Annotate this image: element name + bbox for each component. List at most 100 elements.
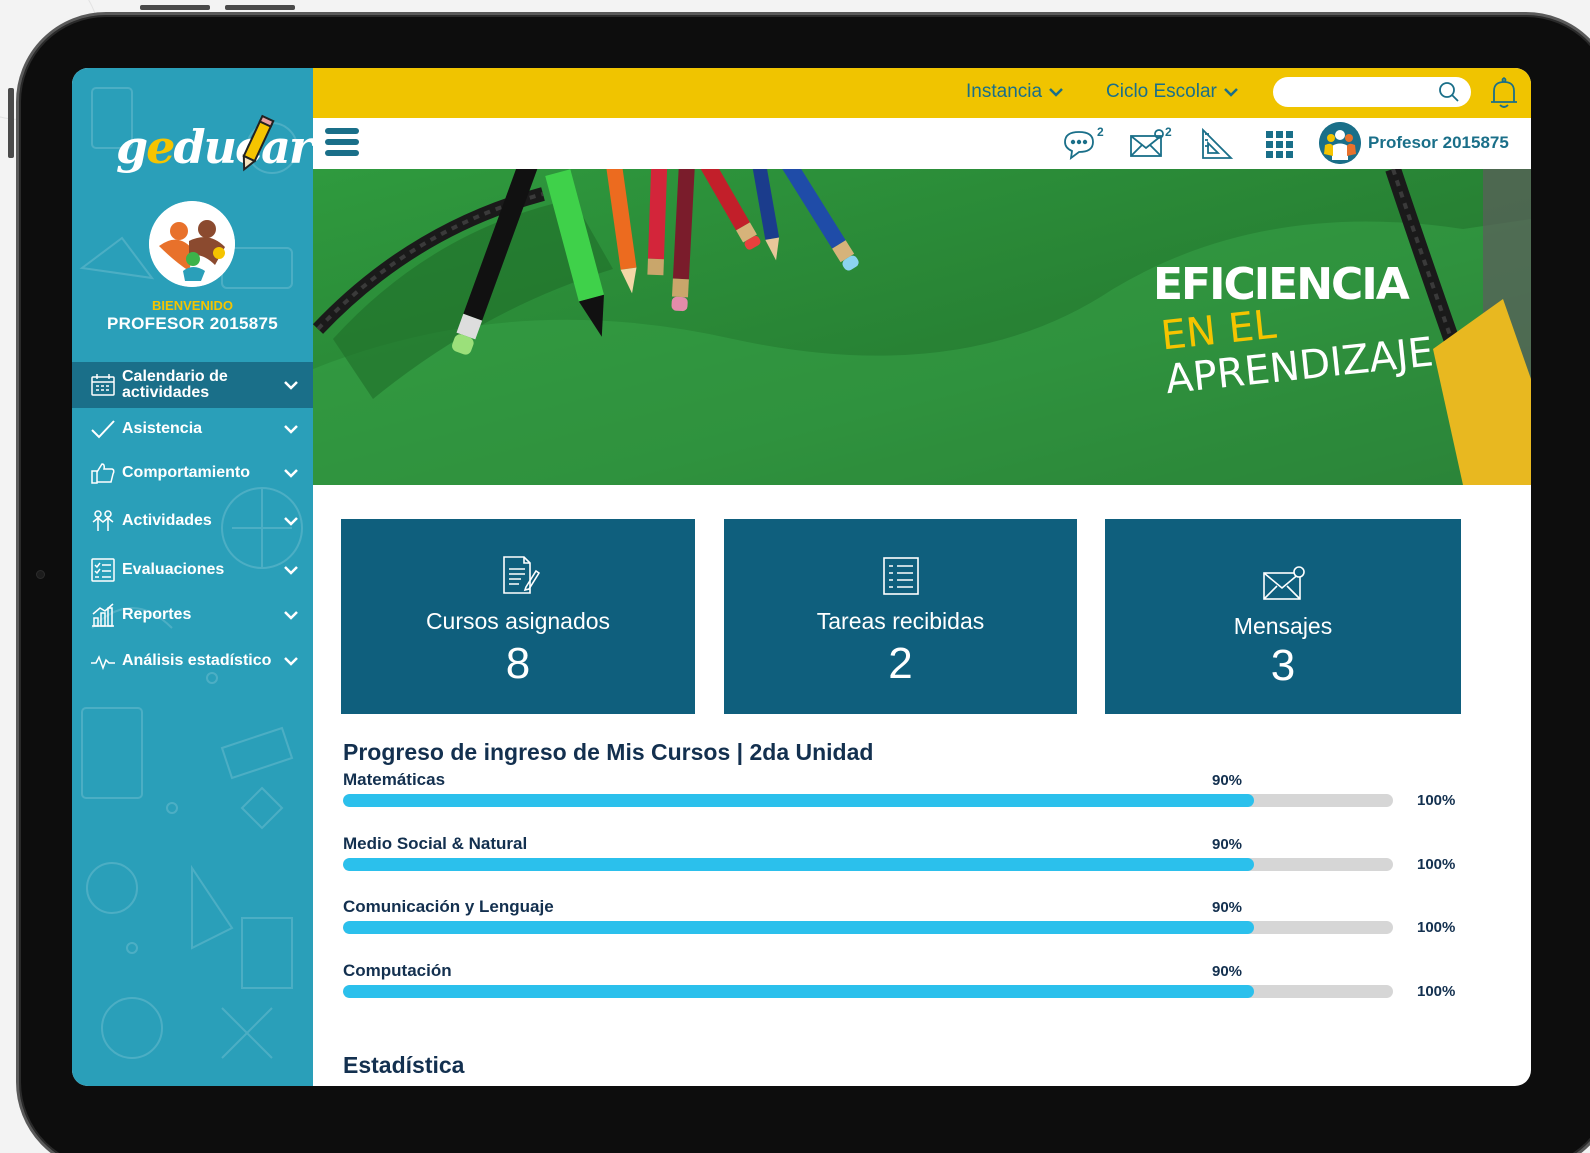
card-cursos-asignados[interactable]: Cursos asignados 8 [341,519,695,714]
progress-track [343,858,1393,871]
chevron-down-icon [284,566,298,575]
card-value: 3 [1270,641,1296,690]
sidebar-item-asistencia[interactable]: Asistencia [72,408,313,450]
logo-wordmark: geducar [116,120,313,174]
progress-fill [343,858,1255,871]
progress-fill [343,794,1255,807]
card-value: 2 [888,639,913,688]
progress-row: Comunicación y Lenguaje 90% 100% [343,897,1473,947]
sidebar-item-label: Actividades [122,512,212,529]
progress-track [343,794,1393,807]
checklist-icon [91,558,115,582]
course-name: Matemáticas [343,770,446,789]
chevron-down-icon [284,469,298,478]
chevron-down-icon [284,657,298,666]
mail-icon[interactable] [1129,126,1165,162]
sidebar-item-label: Reportes [122,606,192,623]
progress-row: Computación 90% 100% [343,961,1473,1011]
ciclo-escolar-dropdown[interactable]: Ciclo Escolar [1106,81,1239,103]
ciclo-escolar-label: Ciclo Escolar [1106,81,1217,102]
thumbs-up-icon [91,463,115,484]
app-screen: geducar BIENVENIDO PROFESOR 2015875 Cale… [72,68,1531,1086]
user-avatar[interactable] [1319,122,1361,164]
chevron-down-icon [284,611,298,620]
sidebar-item-calendario[interactable]: Calendario de actividades [72,362,313,408]
chevron-down-icon [1049,88,1063,97]
progress-max-label: 100% [1417,792,1456,809]
progress-fill [343,985,1255,998]
pencil-icon [242,114,275,172]
progress-track [343,985,1393,998]
course-percent: 90% [1212,772,1243,789]
progress-max-label: 100% [1417,856,1456,873]
course-percent: 90% [1212,836,1243,853]
top-bar: Instancia Ciclo Escolar [313,68,1531,118]
sidebar: geducar BIENVENIDO PROFESOR 2015875 Cale… [72,68,313,1086]
statistics-section-title: Estadística [343,1052,465,1078]
card-mensajes[interactable]: Mensajes 3 [1105,519,1461,714]
instancia-label: Instancia [966,81,1043,102]
banner-line-1: EFICIENCIA [1153,259,1408,310]
document-edit-icon [503,556,540,594]
sidebar-item-label: Evaluaciones [122,561,225,578]
progress-section-title: Progreso de ingreso de Mis Cursos | 2da … [343,739,874,765]
device-button [140,5,210,10]
card-label: Tareas recibidas [816,608,985,634]
device-button [225,5,295,10]
course-name: Medio Social & Natural [343,834,528,853]
progress-max-label: 100% [1417,919,1456,936]
hero-banner: EFICIENCIA EN EL APRENDIZAJE [313,169,1531,485]
sidebar-item-analisis[interactable]: Análisis estadístico [72,636,313,686]
device-button [8,88,14,158]
sidebar-item-evaluaciones[interactable]: Evaluaciones [72,546,313,594]
banner-slogan: EFICIENCIA EN EL APRENDIZAJE [1153,231,1436,403]
progress-max-label: 100% [1417,983,1456,1000]
card-label: Cursos asignados [425,608,611,634]
chevron-down-icon [1223,88,1238,97]
sidebar-item-comportamiento[interactable]: Comportamiento [72,450,313,496]
bar-chart-icon [92,603,114,627]
sidebar-item-label: Comportamiento [122,464,250,481]
profile-name: PROFESOR 2015875 [106,314,279,333]
envelope-icon [1263,566,1305,600]
bell-icon[interactable] [1488,76,1520,110]
progress-fill [343,921,1255,934]
course-percent: 90% [1212,963,1243,980]
ruler-set-square-icon[interactable] [1199,126,1235,162]
course-name: Comunicación y Lenguaje [343,897,554,916]
task-list-icon [882,557,919,595]
chevron-down-icon [284,425,298,434]
progress-track [343,921,1393,934]
instancia-dropdown[interactable]: Instancia [966,81,1064,103]
chat-icon[interactable] [1061,126,1097,162]
header-bar: 2 2 Profesor 2015875 [313,118,1531,169]
activities-icon [92,510,114,531]
school-logo-avatar [149,201,235,287]
sidebar-item-actividades[interactable]: Actividades [72,496,313,546]
chevron-down-icon [284,517,298,526]
sidebar-item-label: Calendario de actividades [122,368,228,401]
calendar-icon [91,374,115,396]
course-name: Computación [343,961,452,980]
progress-row: Medio Social & Natural 90% 100% [343,834,1473,884]
geducar-logo[interactable]: geducar [116,110,313,188]
sidebar-item-reportes[interactable]: Reportes [72,594,313,636]
sidebar-menu: Calendario de actividades Asistencia Com… [72,362,313,686]
progress-row: Matemáticas 90% 100% [343,770,1473,820]
mail-badge: 2 [1165,125,1172,139]
device-camera [36,570,45,579]
checkmark-icon [91,420,115,439]
pulse-icon [91,655,115,671]
card-label: Mensajes [1233,613,1333,639]
apps-grid-icon[interactable] [1261,126,1297,162]
welcome-label: BIENVENIDO [152,298,233,313]
card-value: 8 [505,639,531,688]
course-percent: 90% [1212,899,1243,916]
search-icon[interactable] [1438,81,1460,103]
sidebar-item-label: Asistencia [122,420,203,437]
sidebar-item-label: Análisis estadístico [122,652,272,669]
card-tareas-recibidas[interactable]: Tareas recibidas 2 [724,519,1077,714]
user-name[interactable]: Profesor 2015875 [1368,133,1509,153]
hamburger-menu-button[interactable] [325,128,359,160]
chevron-down-icon [284,381,298,390]
